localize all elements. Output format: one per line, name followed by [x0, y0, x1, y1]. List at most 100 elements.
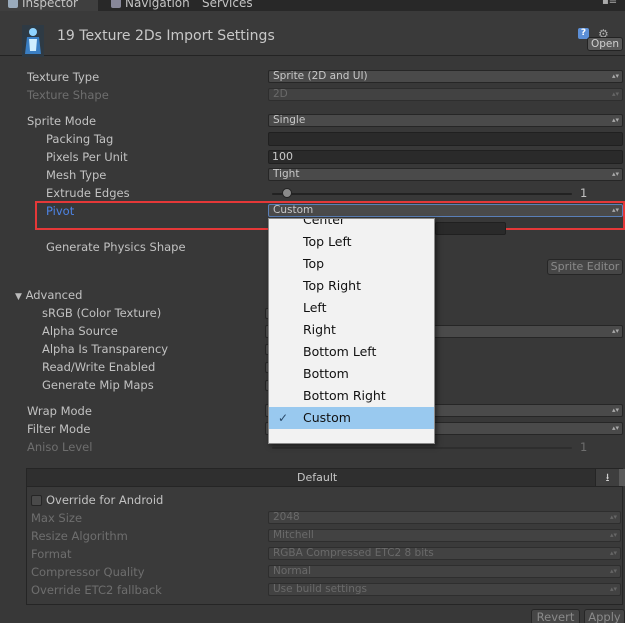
- foldout-arrow-icon: ▼: [15, 292, 22, 302]
- alpha-is-transparency-label: Alpha Is Transparency: [42, 342, 169, 356]
- pivot-option-custom[interactable]: ✓ Custom: [269, 407, 434, 429]
- compressor-quality-dropdown: Normal ▴▾: [268, 565, 621, 578]
- texture-shape-label: Texture Shape: [27, 88, 109, 102]
- advanced-label: Advanced: [25, 288, 83, 302]
- pivot-option-bottom-right[interactable]: Bottom Right: [269, 385, 434, 407]
- read-write-label: Read/Write Enabled: [42, 360, 156, 374]
- texture-type-dropdown[interactable]: Sprite (2D and UI) ▴▾: [268, 70, 623, 83]
- platform-default-tab[interactable]: Default: [297, 471, 337, 484]
- etc2-fallback-label: Override ETC2 fallback: [31, 583, 162, 597]
- mip-maps-label: Generate Mip Maps: [42, 378, 154, 392]
- window-tab-bar: Inspector Navigation Services ▪≡: [0, 0, 625, 11]
- pivot-option-label: Top Left: [303, 234, 352, 249]
- resize-algorithm-dropdown: Mitchell ▴▾: [268, 529, 621, 542]
- dropdown-arrow-icon: ▴▾: [611, 424, 619, 432]
- texture-type-value: Sprite (2D and UI): [273, 70, 368, 82]
- pivot-option-label: Top: [303, 256, 325, 271]
- generate-physics-shape-label: Generate Physics Shape: [46, 240, 186, 254]
- pivot-option-top[interactable]: Top: [269, 253, 434, 275]
- aniso-level-label: Aniso Level: [27, 440, 93, 454]
- pivot-option-label: Custom: [303, 410, 351, 425]
- aniso-level-slider-track: [272, 447, 572, 449]
- pivot-option-label: Bottom: [303, 366, 349, 381]
- revert-button[interactable]: Revert: [531, 609, 580, 623]
- dropdown-arrow-icon: ▴▾: [609, 531, 617, 539]
- dropdown-arrow-icon: ▴▾: [609, 513, 617, 521]
- resize-algorithm-label: Resize Algorithm: [31, 529, 128, 543]
- tab-services-label: Services: [202, 0, 253, 10]
- advanced-foldout[interactable]: ▼ Advanced: [15, 286, 82, 304]
- pivot-custom-field[interactable]: [435, 222, 506, 235]
- asset-title: 19 Texture 2Ds Import Settings: [57, 28, 275, 44]
- tab-navigation[interactable]: Navigation: [103, 0, 190, 11]
- dropdown-arrow-icon: ▴▾: [609, 585, 617, 593]
- packing-tag-input[interactable]: [268, 132, 623, 146]
- max-size-value: 2048: [273, 511, 300, 523]
- platform-tab-bar: Default ⭳ ▲: [26, 468, 625, 487]
- format-value: RGBA Compressed ETC2 8 bits: [273, 547, 434, 559]
- alpha-source-label: Alpha Source: [42, 324, 118, 338]
- override-android-checkbox[interactable]: [31, 495, 42, 506]
- tab-inspector[interactable]: Inspector: [0, 0, 98, 11]
- extrude-edges-slider-track[interactable]: [272, 193, 572, 195]
- open-button[interactable]: Open: [587, 37, 623, 51]
- pivot-option-label: Center: [303, 218, 346, 227]
- dropdown-arrow-icon: ▴▾: [611, 170, 619, 178]
- extrude-edges-slider-thumb[interactable]: [282, 188, 292, 198]
- texture-shape-dropdown: 2D ▴▾: [268, 88, 623, 101]
- pixels-per-unit-input[interactable]: 100: [268, 150, 623, 164]
- dropdown-arrow-icon: ▴▾: [611, 116, 619, 124]
- etc2-fallback-dropdown: Use build settings ▴▾: [268, 583, 621, 596]
- sprite-mode-dropdown[interactable]: Single ▴▾: [268, 114, 623, 127]
- pivot-option-bottom[interactable]: Bottom: [269, 363, 434, 385]
- mesh-type-label: Mesh Type: [46, 168, 107, 182]
- tab-inspector-label: Inspector: [22, 0, 78, 10]
- checkmark-icon: ✓: [278, 411, 289, 425]
- extrude-edges-label: Extrude Edges: [46, 186, 130, 200]
- pivot-option-right[interactable]: Right: [269, 319, 434, 341]
- window-menu-icon[interactable]: ▪≡: [602, 0, 617, 7]
- etc2-fallback-value: Use build settings: [273, 583, 367, 595]
- compressor-quality-value: Normal: [273, 565, 311, 577]
- navigation-icon: [111, 0, 121, 8]
- inspector-icon: [8, 0, 18, 8]
- texture-type-label: Texture Type: [27, 70, 100, 84]
- dropdown-arrow-icon: ▴▾: [611, 327, 619, 335]
- filter-mode-label: Filter Mode: [27, 422, 91, 436]
- pivot-option-center[interactable]: Center: [269, 218, 434, 231]
- download-icon[interactable]: ⭳: [595, 469, 619, 486]
- max-size-dropdown: 2048 ▴▾: [268, 511, 621, 524]
- android-icon[interactable]: ▲: [619, 469, 625, 486]
- pixels-per-unit-label: Pixels Per Unit: [46, 150, 128, 164]
- pivot-option-bottom-left[interactable]: Bottom Left: [269, 341, 434, 363]
- texture-shape-value: 2D: [273, 88, 288, 100]
- dropdown-arrow-icon: ▴▾: [609, 567, 617, 575]
- sprite-mode-value: Single: [273, 114, 306, 126]
- dropdown-arrow-icon: ▴▾: [611, 406, 619, 414]
- pivot-option-label: Left: [303, 300, 327, 315]
- override-android-label: Override for Android: [46, 493, 164, 507]
- aniso-level-value: 1: [580, 440, 588, 454]
- format-label: Format: [31, 547, 72, 561]
- pivot-option-top-right[interactable]: Top Right: [269, 275, 434, 297]
- pivot-dropdown-menu: Center Top Left Top Top Right Left Right Botto…: [268, 218, 435, 444]
- dropdown-arrow-icon: ▴▾: [611, 90, 619, 98]
- srgb-label: sRGB (Color Texture): [42, 306, 162, 320]
- pivot-option-label: Right: [303, 322, 336, 337]
- dropdown-arrow-icon: ▴▾: [611, 72, 619, 80]
- mesh-type-value: Tight: [273, 168, 300, 180]
- sprite-mode-label: Sprite Mode: [27, 114, 97, 128]
- pivot-option-top-left[interactable]: Top Left: [269, 231, 434, 253]
- pivot-option-label: Bottom Left: [303, 344, 377, 359]
- pivot-option-label: Bottom Right: [303, 388, 386, 403]
- format-dropdown: RGBA Compressed ETC2 8 bits ▴▾: [268, 547, 621, 560]
- apply-button[interactable]: Apply: [584, 609, 625, 623]
- mesh-type-dropdown[interactable]: Tight ▴▾: [268, 168, 623, 181]
- inspector-header: 19 Texture 2Ds Import Settings ? ⚙ Open: [0, 11, 625, 57]
- asset-preview-icon: [22, 25, 44, 57]
- sprite-editor-button[interactable]: Sprite Editor: [547, 259, 623, 275]
- pivot-option-left[interactable]: Left: [269, 297, 434, 319]
- extrude-edges-value[interactable]: 1: [580, 184, 587, 202]
- tab-services[interactable]: Services: [180, 0, 253, 11]
- packing-tag-label: Packing Tag: [46, 132, 114, 146]
